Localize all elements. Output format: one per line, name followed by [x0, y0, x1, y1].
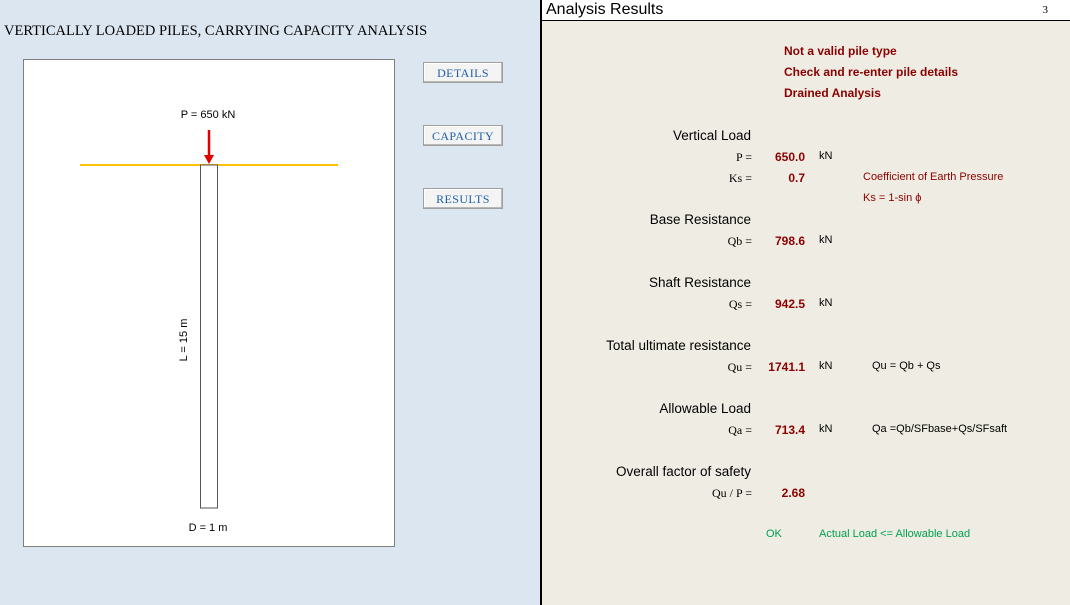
qs-label: Qs =	[728, 297, 752, 311]
qa-value: 713.4	[774, 423, 805, 437]
ks-value: 0.7	[788, 171, 805, 185]
qb-label: Qb =	[727, 234, 752, 248]
pile-diagram: P = 650 kN L = 15 m D = 1 m	[23, 59, 395, 547]
p-label: P =	[736, 150, 752, 164]
p-value: 650.0	[774, 150, 805, 164]
details-button[interactable]: DETAILS	[423, 62, 503, 83]
input-sheet: VERTICALLY LOADED PILES, CARRYING CAPACI…	[0, 0, 541, 605]
fs-label: Qu / P =	[712, 486, 752, 500]
page-number: 3	[1042, 4, 1049, 16]
ks-label: Ks =	[728, 171, 752, 185]
pile-diagram-svg: P = 650 kN L = 15 m D = 1 m	[80, 109, 338, 534]
vertical-load-heading: Vertical Load	[672, 128, 751, 143]
load-label: P = 650 kN	[181, 109, 236, 121]
allowable-load-heading: Allowable Load	[659, 401, 751, 416]
results-button[interactable]: RESULTS	[423, 188, 503, 209]
qb-unit: kN	[819, 234, 833, 246]
length-label: L = 15 m	[178, 319, 190, 362]
p-unit: kN	[819, 150, 833, 162]
qu-formula: Qu = Qb + Qs	[872, 360, 941, 372]
results-header: Analysis Results 3	[542, 0, 1070, 21]
load-arrow-icon	[204, 130, 214, 164]
qb-value: 798.6	[774, 234, 805, 248]
qa-unit: kN	[819, 423, 833, 435]
pile-shaft	[200, 164, 218, 509]
results-title: Analysis Results	[546, 1, 664, 18]
qa-label: Qa =	[728, 423, 752, 437]
warning-reenter-details: Check and re-enter pile details	[784, 65, 959, 79]
app-title: VERTICALLY LOADED PILES, CARRYING CAPACI…	[4, 23, 428, 39]
ks-formula: Ks = 1-sin ϕ	[863, 192, 922, 204]
qu-label: Qu =	[727, 360, 752, 374]
total-resistance-heading: Total ultimate resistance	[606, 338, 751, 353]
qa-formula: Qa =Qb/SFbase+Qs/SFsaft	[872, 423, 1008, 435]
qs-unit: kN	[819, 297, 833, 309]
diameter-label: D = 1 m	[189, 522, 228, 534]
base-resistance-heading: Base Resistance	[649, 212, 751, 227]
shaft-resistance-heading: Shaft Resistance	[648, 275, 751, 290]
qs-value: 942.5	[774, 297, 805, 311]
analysis-type-label: Drained Analysis	[784, 86, 881, 100]
results-sheet: Analysis Results 3 Not a valid pile type…	[542, 0, 1070, 605]
qu-unit: kN	[819, 360, 833, 372]
fs-value: 2.68	[781, 486, 805, 500]
qu-value: 1741.1	[768, 360, 805, 374]
ks-note: Coefficient of Earth Pressure	[863, 171, 1004, 183]
safety-factor-heading: Overall factor of safety	[615, 464, 751, 479]
capacity-button[interactable]: CAPACITY	[423, 125, 503, 146]
warning-pile-type: Not a valid pile type	[784, 44, 897, 58]
status-note: Actual Load <= Allowable Load	[819, 528, 971, 540]
status-ok: OK	[766, 528, 782, 540]
